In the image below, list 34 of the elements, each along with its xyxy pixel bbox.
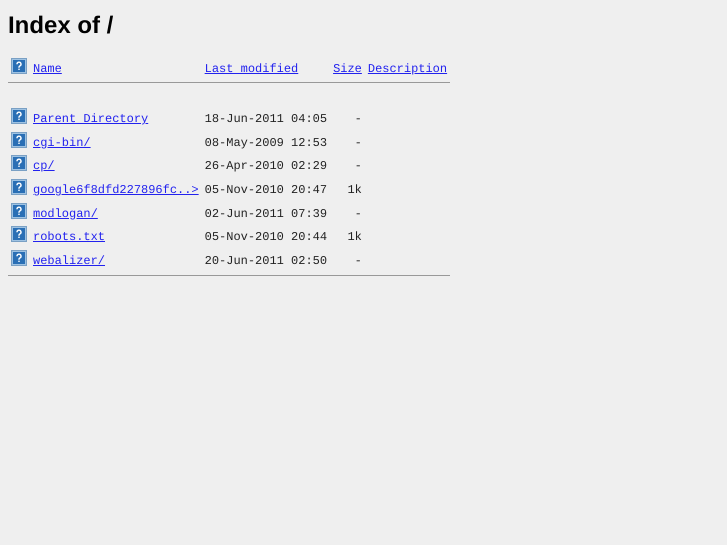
modified-date: 02-Jun-2011 07:39 bbox=[204, 206, 328, 221]
last-modified-column-link[interactable]: Last modified bbox=[204, 62, 298, 76]
unknown-file-icon bbox=[11, 58, 27, 74]
file-size: - bbox=[354, 159, 362, 174]
page-title: Index of / bbox=[8, 12, 114, 41]
file-size: - bbox=[354, 112, 362, 126]
file-link[interactable]: cp/ bbox=[33, 159, 55, 174]
modified-date: 26-Apr-2010 02:29 bbox=[204, 159, 328, 174]
unknown-file-icon bbox=[11, 250, 27, 266]
file-size: - bbox=[354, 254, 362, 268]
unknown-file-icon bbox=[11, 202, 27, 219]
file-link[interactable]: robots.txt bbox=[33, 230, 106, 244]
modified-date: 05-Nov-2010 20:47 bbox=[204, 182, 328, 197]
name-column-link[interactable]: Name bbox=[33, 62, 62, 76]
unknown-file-icon bbox=[11, 132, 27, 148]
modified-date: 08-May-2009 12:53 bbox=[204, 136, 328, 150]
unknown-file-icon bbox=[11, 108, 27, 124]
unknown-file-icon bbox=[11, 155, 27, 172]
file-size: 1k bbox=[347, 230, 362, 244]
file-link[interactable]: webalizer/ bbox=[33, 254, 106, 268]
description-column-link[interactable]: Description bbox=[368, 62, 448, 76]
unknown-file-icon bbox=[11, 226, 27, 242]
unknown-file-icon bbox=[11, 178, 27, 195]
modified-date: 20-Jun-2011 02:50 bbox=[204, 254, 328, 268]
file-link[interactable]: cgi-bin/ bbox=[33, 136, 91, 150]
modified-date: 05-Nov-2010 20:44 bbox=[204, 230, 328, 244]
size-column-link[interactable]: Size bbox=[333, 62, 362, 76]
file-link[interactable]: google6f8dfd227896fc..> bbox=[33, 182, 199, 197]
file-size: 1k bbox=[347, 182, 362, 197]
modified-date: 18-Jun-2011 04:05 bbox=[204, 112, 328, 126]
file-link[interactable]: modlogan/ bbox=[33, 206, 98, 221]
file-size: - bbox=[354, 136, 362, 150]
file-size: - bbox=[354, 206, 362, 221]
file-link[interactable]: Parent Directory bbox=[33, 112, 148, 126]
